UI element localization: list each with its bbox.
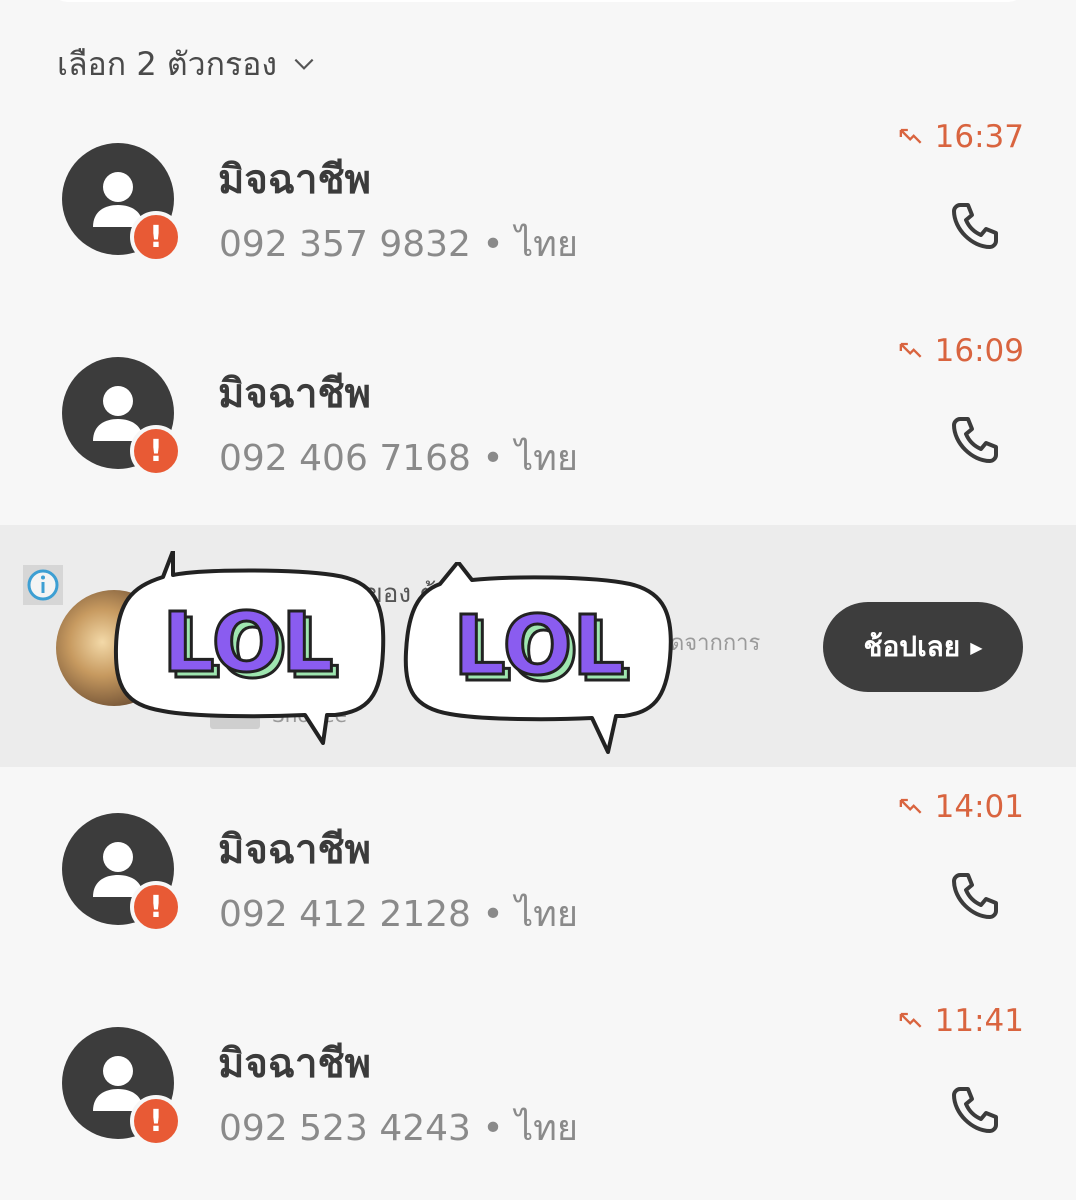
ad-description: ดจากการ [670, 631, 761, 656]
missed-call-icon [899, 128, 922, 144]
caller-name: มิจฉาชีพ [218, 827, 372, 873]
missed-call-icon [899, 342, 922, 358]
spam-warning-icon: ! [130, 211, 182, 263]
info-icon[interactable] [23, 565, 63, 605]
call-time: 11:41 [895, 1003, 1024, 1039]
phone-icon[interactable] [944, 409, 1004, 469]
filter-label: เลือก 2 ตัวกรอง [57, 44, 277, 83]
phone-icon[interactable] [944, 865, 1004, 925]
call-log-item[interactable]: ! มิจฉาชีพ 092 357 9832 • ไทย 16:37 [0, 95, 1076, 295]
call-time: 16:37 [895, 119, 1024, 155]
call-log-item[interactable]: ! มิจฉาชีพ 092 406 7168 • ไทย 16:09 [0, 309, 1076, 509]
ad-banner[interactable]: ของ ต้ ดจากการ Shopee ช้อปเลย▶ LOL LOL L… [0, 525, 1076, 767]
top-card-edge [50, 0, 1026, 2]
chevron-down-icon [294, 58, 314, 70]
spam-warning-icon: ! [130, 1095, 182, 1147]
call-log-item[interactable]: ! มิจฉาชีพ 092 412 2128 • ไทย 14:01 [0, 765, 1076, 965]
spam-warning-icon: ! [130, 881, 182, 933]
phone-icon[interactable] [944, 195, 1004, 255]
missed-call-icon [899, 1012, 922, 1028]
lol-sticker: LOL LOL [113, 551, 386, 745]
caller-name: มิจฉาชีพ [218, 157, 372, 203]
call-time: 14:01 [895, 789, 1024, 825]
caller-number: 092 412 2128 • ไทย [219, 894, 578, 935]
sticker-text: LOL [453, 599, 624, 694]
call-log-item[interactable]: ! มิจฉาชีพ 092 523 4243 • ไทย 11:41 [0, 979, 1076, 1179]
sticker-text: LOL [162, 596, 333, 691]
phone-icon[interactable] [944, 1079, 1004, 1139]
caller-number: 092 523 4243 • ไทย [219, 1108, 578, 1149]
lol-sticker: LOL LOL [403, 562, 673, 754]
shop-now-button[interactable]: ช้อปเลย ▶ [823, 602, 1023, 692]
call-time: 16:09 [895, 333, 1024, 369]
caller-number: 092 406 7168 • ไทย [219, 438, 578, 479]
missed-call-icon [899, 798, 922, 814]
caller-name: มิจฉาชีพ [218, 371, 372, 417]
filter-dropdown[interactable]: เลือก 2 ตัวกรอง [57, 42, 317, 86]
caller-name: มิจฉาชีพ [218, 1041, 372, 1087]
caller-number: 092 357 9832 • ไทย [219, 224, 578, 265]
spam-warning-icon: ! [130, 425, 182, 477]
